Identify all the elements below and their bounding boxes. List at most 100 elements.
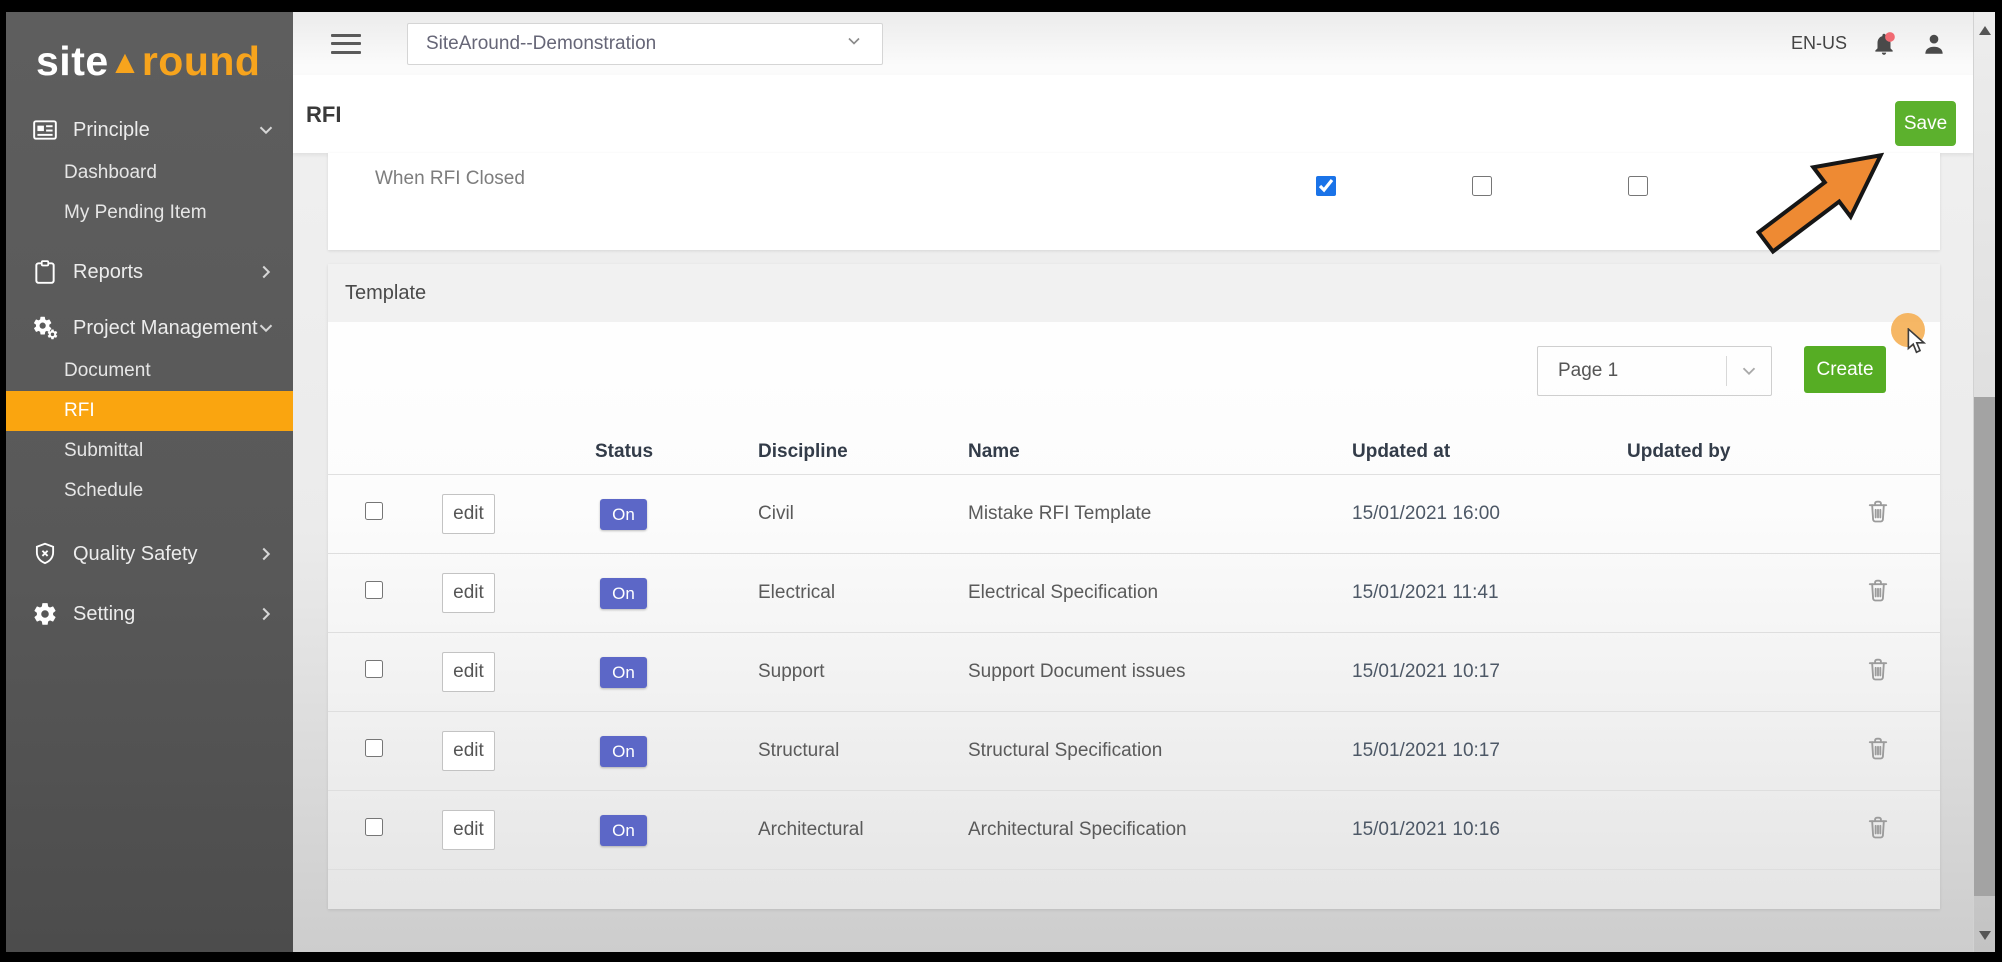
updated-at-cell: 15/01/2021 10:16 xyxy=(1340,819,1615,841)
delete-button[interactable] xyxy=(1863,496,1893,528)
column-header-updated-by: Updated by xyxy=(1615,441,1851,463)
table-row: edit On Structural Structural Specificat… xyxy=(328,712,1940,791)
sidebar-item-setting[interactable]: Setting xyxy=(6,591,293,637)
row-checkbox[interactable] xyxy=(365,818,383,836)
page-selector-dropdown[interactable]: Page 1 xyxy=(1537,346,1772,396)
sidebar-nav: Principle Dashboard My Pending Item Repo… xyxy=(6,107,293,637)
sidebar-item-label: Setting xyxy=(73,603,135,626)
discipline-cell: Architectural xyxy=(746,819,956,841)
sidebar-item-my-pending-item[interactable]: My Pending Item xyxy=(6,193,293,233)
column-header-name: Name xyxy=(956,441,1340,463)
chevron-down-icon xyxy=(844,31,864,57)
status-badge[interactable]: On xyxy=(600,815,647,846)
updated-at-cell: 15/01/2021 10:17 xyxy=(1340,661,1615,683)
logo-text-round: round xyxy=(142,38,261,84)
updated-at-cell: 15/01/2021 16:00 xyxy=(1340,503,1615,525)
chevron-right-icon xyxy=(255,543,277,571)
page-selector-value: Page 1 xyxy=(1538,360,1726,382)
when-rfi-closed-label: When RFI Closed xyxy=(375,168,525,190)
sidebar-item-reports[interactable]: Reports xyxy=(6,249,293,295)
page-title: RFI xyxy=(306,102,341,128)
status-badge[interactable]: On xyxy=(600,657,647,688)
chevron-right-icon xyxy=(255,603,277,631)
sidebar-item-label: Reports xyxy=(73,261,143,284)
sidebar-item-label: Project Management xyxy=(73,317,258,340)
discipline-cell: Civil xyxy=(746,503,956,525)
sidebar-item-project-management[interactable]: Project Management xyxy=(6,305,293,351)
column-header-status: Status xyxy=(583,441,746,463)
row-checkbox[interactable] xyxy=(365,502,383,520)
edit-button[interactable]: edit xyxy=(442,494,495,534)
main-area: SiteAround--Demonstration EN-US RFI Save xyxy=(293,12,1973,952)
discipline-cell: Electrical xyxy=(746,582,956,604)
name-cell: Mistake RFI Template xyxy=(956,503,1340,525)
discipline-cell: Structural xyxy=(746,740,956,762)
name-cell: Support Document issues xyxy=(956,661,1340,683)
chevron-down-icon xyxy=(1727,360,1771,382)
app-screen: site▲round Principle Dashboard My Pendin… xyxy=(0,0,2002,962)
hamburger-menu-icon[interactable] xyxy=(331,34,361,54)
save-button[interactable]: Save xyxy=(1895,101,1956,146)
topbar-right: EN-US xyxy=(1791,12,1947,75)
sidebar-item-label: Quality Safety xyxy=(73,543,198,566)
status-badge[interactable]: On xyxy=(600,736,647,767)
notification-bell-icon[interactable] xyxy=(1871,31,1897,57)
sidebar-item-document[interactable]: Document xyxy=(6,351,293,391)
sidebar-item-submittal[interactable]: Submittal xyxy=(6,431,293,471)
edit-button[interactable]: edit xyxy=(442,810,495,850)
table-row: edit On Electrical Electrical Specificat… xyxy=(328,554,1940,633)
status-badge[interactable]: On xyxy=(600,499,647,530)
sidebar-item-principle[interactable]: Principle xyxy=(6,107,293,153)
logo-triangle-icon: ▲ xyxy=(109,43,142,80)
table-header-row: Status Discipline Name Updated at Update… xyxy=(328,429,1940,475)
project-selector-value: SiteAround--Demonstration xyxy=(426,33,656,55)
delete-button[interactable] xyxy=(1863,575,1893,607)
delete-button[interactable] xyxy=(1863,733,1893,765)
chevron-down-icon xyxy=(255,317,277,345)
name-cell: Architectural Specification xyxy=(956,819,1340,841)
sidebar-item-quality-safety[interactable]: Quality Safety xyxy=(6,531,293,577)
project-selector-dropdown[interactable]: SiteAround--Demonstration xyxy=(407,23,883,65)
gears-icon xyxy=(32,315,58,341)
sidebar: site▲round Principle Dashboard My Pendin… xyxy=(6,12,293,952)
user-profile-icon[interactable] xyxy=(1921,31,1947,57)
row-checkbox[interactable] xyxy=(365,739,383,757)
create-button[interactable]: Create xyxy=(1804,346,1886,393)
when-rfi-closed-checkbox-1[interactable] xyxy=(1316,176,1336,196)
sidebar-item-dashboard[interactable]: Dashboard xyxy=(6,153,293,193)
edit-button[interactable]: edit xyxy=(442,731,495,771)
sidebar-item-label: Principle xyxy=(73,119,150,142)
newspaper-icon xyxy=(32,117,58,143)
column-header-discipline: Discipline xyxy=(746,441,956,463)
clipboard-icon xyxy=(32,259,58,285)
scrollbar-up-arrow-icon[interactable] xyxy=(1979,26,1991,35)
delete-button[interactable] xyxy=(1863,812,1893,844)
table-row: edit On Support Support Document issues … xyxy=(328,633,1940,712)
row-checkbox[interactable] xyxy=(365,660,383,678)
content-area: When RFI Closed Template Page 1 Create xyxy=(293,153,1973,952)
scrollbar-thumb[interactable] xyxy=(1974,397,1995,895)
table-body: edit On Civil Mistake RFI Template 15/01… xyxy=(328,475,1940,870)
edit-button[interactable]: edit xyxy=(442,652,495,692)
scrollbar-down-arrow-icon[interactable] xyxy=(1979,931,1991,940)
when-rfi-closed-checkbox-3[interactable] xyxy=(1628,176,1648,196)
rfi-settings-panel: When RFI Closed xyxy=(328,153,1940,250)
edit-button[interactable]: edit xyxy=(442,573,495,613)
updated-at-cell: 15/01/2021 11:41 xyxy=(1340,582,1615,604)
when-rfi-closed-checkbox-2[interactable] xyxy=(1472,176,1492,196)
template-section-title: Template xyxy=(328,264,1940,322)
gear-icon xyxy=(32,601,58,627)
updated-at-cell: 15/01/2021 10:17 xyxy=(1340,740,1615,762)
page-header: RFI Save xyxy=(293,75,1973,153)
table-row: edit On Civil Mistake RFI Template 15/01… xyxy=(328,475,1940,554)
sidebar-item-schedule[interactable]: Schedule xyxy=(6,471,293,511)
sidebar-item-rfi-active[interactable]: RFI xyxy=(6,391,293,431)
status-badge[interactable]: On xyxy=(600,578,647,609)
name-cell: Electrical Specification xyxy=(956,582,1340,604)
row-checkbox[interactable] xyxy=(365,581,383,599)
delete-button[interactable] xyxy=(1863,654,1893,686)
vertical-scrollbar[interactable] xyxy=(1973,12,1995,952)
language-selector[interactable]: EN-US xyxy=(1791,33,1847,54)
logo-text-site: site xyxy=(36,38,109,84)
chevron-right-icon xyxy=(255,261,277,289)
